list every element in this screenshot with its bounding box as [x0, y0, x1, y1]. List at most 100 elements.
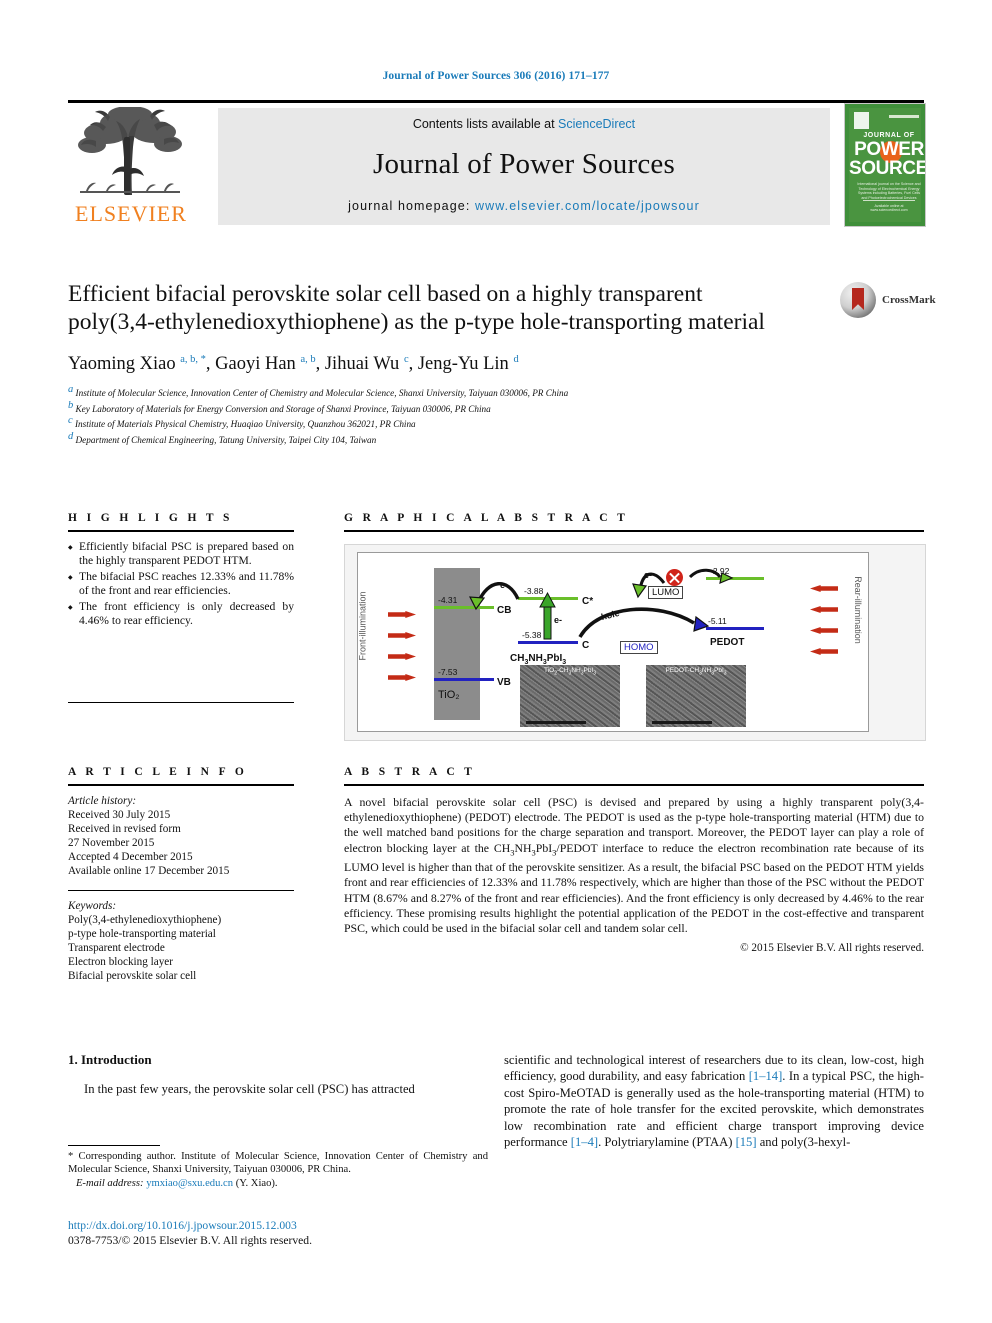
- sem-scalebar: [652, 721, 712, 724]
- running-head: Journal of Power Sources 306 (2016) 171–…: [382, 70, 610, 82]
- abstract-text: A novel bifacial perovskite solar cell (…: [344, 795, 924, 935]
- highlight-item: The bifacial PSC reaches 12.33% and 11.7…: [68, 570, 294, 599]
- affiliation-marker-c: c: [68, 415, 73, 427]
- journal-title: Journal of Power Sources: [373, 148, 675, 180]
- email-address-label: E-mail address:: [75, 1177, 144, 1189]
- sem-caption-tio2: TiO2-CH3NH3PbI3: [543, 667, 597, 677]
- highlights-list: Efficiently bifacial PSC is prepared bas…: [68, 540, 294, 628]
- keywords-label: Keywords:: [68, 900, 117, 912]
- highlights-bottom-rule: [68, 702, 294, 704]
- page-title: Efficient bifacial perovskite solar cell…: [68, 281, 765, 335]
- cover-inner: JOURNAL OF POWER SOURCES International j…: [849, 108, 925, 222]
- keywords-block: Keywords: Poly(3,4-ethylenedioxythiophen…: [68, 899, 294, 983]
- article-history-item: Available online 17 December 2015: [68, 865, 230, 877]
- abstract-heading: A B S T R A C T: [344, 766, 476, 778]
- crossmark-ribbon-icon: [852, 288, 864, 310]
- abstract-section: A B S T R A C T A novel bifacial perovsk…: [344, 766, 924, 954]
- introduction-paragraph-right: scientific and technological interest of…: [504, 1053, 925, 1150]
- affiliation-text-a: Institute of Molecular Science, Innovati…: [75, 388, 569, 399]
- contents-banner: Contents lists available at ScienceDirec…: [218, 108, 830, 225]
- article-history-label: Article history:: [68, 795, 137, 807]
- article-history-item: Received 30 July 2015: [68, 809, 171, 821]
- affiliation-marker-a: a: [68, 384, 74, 396]
- introduction-heading: 1. Introduction: [68, 1052, 152, 1067]
- cover-journal-of: JOURNAL OF: [863, 132, 915, 139]
- introduction-left-column: 1. Introduction In the past few years, t…: [68, 1052, 488, 1097]
- title-block: Efficient bifacial perovskite solar cell…: [68, 280, 936, 447]
- elsevier-tree-icon: [78, 107, 182, 195]
- highlights-section: H I G H L I G H T S Efficiently bifacial…: [68, 512, 294, 704]
- graphical-abstract-figure: Front-illumination Rear-illumination TiO…: [344, 544, 926, 741]
- sem-scalebar: [526, 721, 586, 724]
- affiliation-b: b Key Laboratory of Materials for Energy…: [68, 400, 924, 416]
- introduction-paragraph-left: In the past few years, the perovskite so…: [84, 1082, 415, 1096]
- affiliation-text-c: Institute of Materials Physical Chemistr…: [74, 419, 416, 430]
- abstract-rule: [344, 784, 924, 786]
- journal-cover-thumbnail: JOURNAL OF POWER SOURCES International j…: [844, 103, 926, 227]
- issn-copyright-line: 0378-7753/© 2015 Elsevier B.V. All right…: [68, 1234, 312, 1247]
- highlights-rule: [68, 530, 294, 532]
- sciencedirect-link[interactable]: ScienceDirect: [558, 117, 635, 131]
- abstract-copyright: © 2015 Elsevier B.V. All rights reserved…: [740, 942, 924, 955]
- article-info-section: A R T I C L E I N F O Article history: R…: [68, 766, 294, 983]
- sem-image-pedot: PEDOT-CH3NH3PbI3: [646, 665, 746, 727]
- elsevier-wordmark: ELSEVIER: [75, 201, 187, 226]
- affiliation-text-b: Key Laboratory of Materials for Energy C…: [75, 403, 491, 414]
- sem-caption-pedot: PEDOT-CH3NH3PbI3: [665, 667, 727, 677]
- affiliation-list: a Institute of Molecular Science, Innova…: [68, 384, 924, 447]
- footnote-corresponding-text: * Corresponding author. Institute of Mol…: [68, 1151, 488, 1176]
- article-history-item: Accepted 4 December 2015: [68, 851, 193, 863]
- journal-homepage-line: journal homepage: www.elsevier.com/locat…: [218, 199, 830, 213]
- footnote-text: * Corresponding author. Institute of Mol…: [68, 1150, 488, 1190]
- elsevier-logo: ELSEVIER: [68, 105, 194, 228]
- graphical-abstract-section: G R A P H I C A L A B S T R A C T Front-…: [344, 512, 926, 741]
- graphical-abstract-rule: [344, 530, 924, 532]
- article-history-item: Received in revised form: [68, 823, 181, 835]
- cover-footer: Available online at www.sciencedirect.co…: [863, 200, 915, 212]
- introduction-right-column: scientific and technological interest of…: [504, 1052, 924, 1150]
- corresponding-author-footnote: * Corresponding author. Institute of Mol…: [68, 1145, 488, 1190]
- article-history-item: 27 November 2015: [68, 837, 155, 849]
- affiliation-d: d Department of Chemical Engineering, Ta…: [68, 431, 924, 447]
- contents-prefix: Contents lists available at: [412, 117, 559, 131]
- crossmark-circle-icon: [840, 282, 876, 318]
- sem-image-tio2: TiO2-CH3NH3PbI3: [520, 665, 620, 727]
- contents-available-line: Contents lists available at ScienceDirec…: [218, 117, 830, 131]
- highlight-item: The front efficiency is only decreased b…: [68, 600, 294, 629]
- journal-masthead: ELSEVIER Contents lists available at Sci…: [68, 100, 926, 228]
- cover-sources: SOURCES: [849, 158, 925, 179]
- article-first-page: Journal of Power Sources 306 (2016) 171–…: [0, 0, 992, 1323]
- cover-elsevier-tag-icon: [854, 112, 869, 129]
- homepage-prefix: journal homepage:: [348, 199, 475, 213]
- article-history-block: Article history: Received 30 July 2015 R…: [68, 794, 294, 878]
- doi-footer: http://dx.doi.org/10.1016/j.jpowsour.201…: [68, 1218, 488, 1248]
- keyword-item: Transparent electrode: [68, 942, 165, 954]
- highlights-heading: H I G H L I G H T S: [68, 512, 233, 524]
- cover-blurb: International journal on the Science and…: [857, 182, 921, 200]
- highlights-bottom-spacer: [68, 702, 294, 704]
- keyword-item: Poly(3,4-ethylenedioxythiophene): [68, 914, 222, 926]
- article-info-heading: A R T I C L E I N F O: [68, 766, 248, 778]
- cover-power: POWER: [854, 139, 924, 160]
- email-owner: (Y. Xiao).: [235, 1177, 278, 1189]
- homepage-url-link[interactable]: www.elsevier.com/locate/jpowsour: [475, 199, 700, 213]
- doi-link[interactable]: http://dx.doi.org/10.1016/j.jpowsour.201…: [68, 1218, 488, 1233]
- keyword-item: Bifacial perovskite solar cell: [68, 970, 197, 982]
- masthead-top-rule: [68, 100, 924, 103]
- crossmark-badge[interactable]: CrossMark: [840, 282, 936, 318]
- affiliation-a: a Institute of Molecular Science, Innova…: [68, 384, 924, 400]
- affiliation-marker-b: b: [68, 399, 74, 411]
- keyword-item: Electron blocking layer: [68, 956, 173, 968]
- affiliation-marker-d: d: [68, 431, 74, 443]
- affiliation-c: c Institute of Materials Physical Chemis…: [68, 415, 924, 431]
- author-list: Yaoming Xiao a, b, *, Gaoyi Han a, b, Ji…: [68, 354, 519, 375]
- keyword-item: p-type hole-transporting material: [68, 928, 216, 940]
- band-diagram: Front-illumination Rear-illumination TiO…: [357, 552, 869, 732]
- corresponding-email-link[interactable]: ymxiao@sxu.edu.cn: [146, 1178, 233, 1189]
- highlight-item: Efficiently bifacial PSC is prepared bas…: [68, 540, 294, 569]
- article-info-separator: [68, 890, 294, 891]
- article-info-rule: [68, 784, 294, 786]
- footnote-rule: [68, 1145, 160, 1146]
- affiliation-text-d: Department of Chemical Engineering, Tatu…: [75, 435, 377, 446]
- cover-topline: [889, 115, 919, 118]
